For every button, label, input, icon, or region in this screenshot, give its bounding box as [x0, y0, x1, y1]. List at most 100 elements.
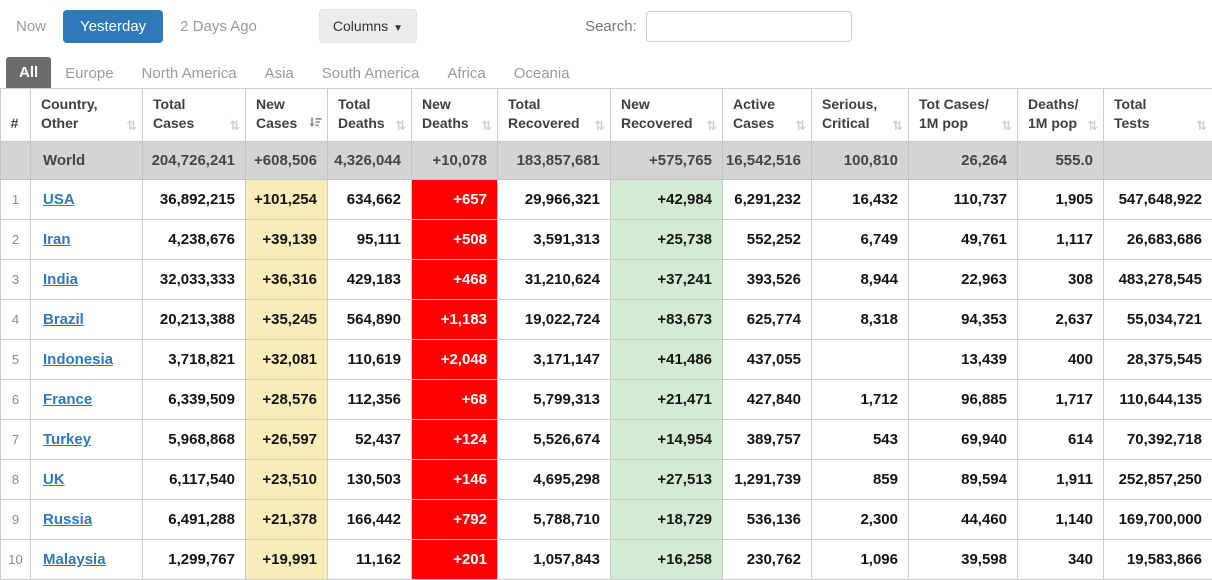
country-link[interactable]: Brazil — [43, 311, 84, 328]
col-header-total_tests[interactable]: TotalTests⇅ — [1104, 89, 1212, 142]
cell-active_cases: 625,774 — [723, 300, 812, 340]
cell-tot_cases_1m: 110,737 — [909, 180, 1018, 220]
country-link[interactable]: UK — [43, 471, 65, 488]
cell-active_cases: 393,526 — [723, 260, 812, 300]
cell-rank: 2 — [1, 220, 31, 260]
cell-new_cases: +23,510 — [246, 460, 328, 500]
col-header-country[interactable]: Country,Other⇅ — [31, 89, 143, 142]
cell-active_cases: 1,291,739 — [723, 460, 812, 500]
cell-new_recovered: +25,738 — [611, 220, 723, 260]
sort-toggle-icon: ⇅ — [594, 120, 605, 133]
cell-new_deaths: +657 — [412, 180, 498, 220]
top-toolbar: Now Yesterday 2 Days Ago Columns ▼ Search… — [0, 0, 1212, 56]
cell-total_deaths: 166,442 — [328, 500, 412, 540]
country-link[interactable]: India — [43, 271, 78, 288]
cell-rank: 1 — [1, 180, 31, 220]
cell-country: Indonesia — [31, 340, 143, 380]
cell-total_recovered: 29,966,321 — [498, 180, 611, 220]
chevron-down-icon: ▼ — [393, 23, 403, 34]
country-link[interactable]: Indonesia — [43, 351, 113, 368]
country-link[interactable]: France — [43, 391, 92, 408]
cell-country: USA — [31, 180, 143, 220]
cell-deaths_1m: 1,140 — [1018, 500, 1104, 540]
columns-dropdown-label: Columns — [333, 18, 388, 34]
cell-new_deaths: +124 — [412, 420, 498, 460]
col-header-total_deaths[interactable]: TotalDeaths⇅ — [328, 89, 412, 142]
cell-tot_cases_1m: 13,439 — [909, 340, 1018, 380]
country-link[interactable]: Turkey — [43, 431, 91, 448]
cell-deaths_1m: 555.0 — [1018, 142, 1104, 180]
cell-total_deaths: 112,356 — [328, 380, 412, 420]
table-row: 6France6,339,509+28,576112,356+685,799,3… — [1, 380, 1212, 420]
cell-country: Malaysia — [31, 540, 143, 580]
tab-europe[interactable]: Europe — [51, 59, 127, 88]
cell-serious_critical: 100,810 — [812, 142, 909, 180]
now-button[interactable]: Now — [16, 18, 46, 35]
search-label: Search: — [585, 18, 637, 35]
two-days-ago-button[interactable]: 2 Days Ago — [180, 18, 257, 35]
cell-total_cases: 1,299,767 — [143, 540, 246, 580]
cell-serious_critical: 8,318 — [812, 300, 909, 340]
cell-rank: 9 — [1, 500, 31, 540]
country-link[interactable]: Malaysia — [43, 551, 106, 568]
col-header-tot_cases_1m[interactable]: Tot Cases/1M pop⇅ — [909, 89, 1018, 142]
col-header-new_cases[interactable]: NewCases — [246, 89, 328, 142]
country-link[interactable]: USA — [43, 191, 75, 208]
tab-oceania[interactable]: Oceania — [500, 59, 584, 88]
country-link[interactable]: Russia — [43, 511, 92, 528]
col-header-total_cases[interactable]: TotalCases⇅ — [143, 89, 246, 142]
search-group: Search: — [585, 11, 852, 42]
tab-africa[interactable]: Africa — [433, 59, 499, 88]
tab-south-america[interactable]: South America — [308, 59, 434, 88]
cell-deaths_1m: 1,117 — [1018, 220, 1104, 260]
cell-total_cases: 20,213,388 — [143, 300, 246, 340]
cell-total_deaths: 11,162 — [328, 540, 412, 580]
cell-total_deaths: 634,662 — [328, 180, 412, 220]
cell-new_deaths: +1,183 — [412, 300, 498, 340]
cell-new_recovered: +83,673 — [611, 300, 723, 340]
col-header-total_recovered[interactable]: TotalRecovered⇅ — [498, 89, 611, 142]
cell-active_cases: 536,136 — [723, 500, 812, 540]
cell-rank: 7 — [1, 420, 31, 460]
col-header-new_deaths[interactable]: NewDeaths⇅ — [412, 89, 498, 142]
cell-deaths_1m: 2,637 — [1018, 300, 1104, 340]
col-header-new_recovered[interactable]: NewRecovered⇅ — [611, 89, 723, 142]
cell-total_recovered: 3,591,313 — [498, 220, 611, 260]
cell-new_deaths: +2,048 — [412, 340, 498, 380]
cell-rank: 3 — [1, 260, 31, 300]
cell-tot_cases_1m: 49,761 — [909, 220, 1018, 260]
cell-tot_cases_1m: 44,460 — [909, 500, 1018, 540]
cell-total_deaths: 564,890 — [328, 300, 412, 340]
cell-new_deaths: +68 — [412, 380, 498, 420]
cell-deaths_1m: 1,905 — [1018, 180, 1104, 220]
cell-new_cases: +21,378 — [246, 500, 328, 540]
cell-total_cases: 5,968,868 — [143, 420, 246, 460]
search-input[interactable] — [646, 11, 852, 42]
cell-total_tests: 169,700,000 — [1104, 500, 1212, 540]
col-header-active_cases[interactable]: ActiveCases⇅ — [723, 89, 812, 142]
tab-asia[interactable]: Asia — [251, 59, 308, 88]
cell-serious_critical: 2,300 — [812, 500, 909, 540]
cell-serious_critical: 543 — [812, 420, 909, 460]
yesterday-button[interactable]: Yesterday — [63, 10, 163, 43]
cell-new_deaths: +201 — [412, 540, 498, 580]
columns-dropdown-button[interactable]: Columns ▼ — [319, 9, 417, 43]
col-header-serious_critical[interactable]: Serious,Critical⇅ — [812, 89, 909, 142]
cell-new_cases: +36,316 — [246, 260, 328, 300]
tab-north-america[interactable]: North America — [128, 59, 251, 88]
cell-deaths_1m: 308 — [1018, 260, 1104, 300]
cell-active_cases: 230,762 — [723, 540, 812, 580]
country-link[interactable]: Iran — [43, 231, 71, 248]
sort-toggle-icon: ⇅ — [795, 120, 806, 133]
cell-new_deaths: +468 — [412, 260, 498, 300]
tab-all[interactable]: All — [6, 57, 51, 88]
col-header-deaths_1m[interactable]: Deaths/1M pop⇅ — [1018, 89, 1104, 142]
cell-total_tests: 547,648,922 — [1104, 180, 1212, 220]
sort-toggle-icon: ⇅ — [395, 120, 406, 133]
cell-new_recovered: +42,984 — [611, 180, 723, 220]
col-header-rank: # — [1, 89, 31, 142]
cell-new_cases: +19,991 — [246, 540, 328, 580]
cell-new_recovered: +14,954 — [611, 420, 723, 460]
cell-serious_critical: 1,712 — [812, 380, 909, 420]
table-row: 10Malaysia1,299,767+19,99111,162+2011,05… — [1, 540, 1212, 580]
